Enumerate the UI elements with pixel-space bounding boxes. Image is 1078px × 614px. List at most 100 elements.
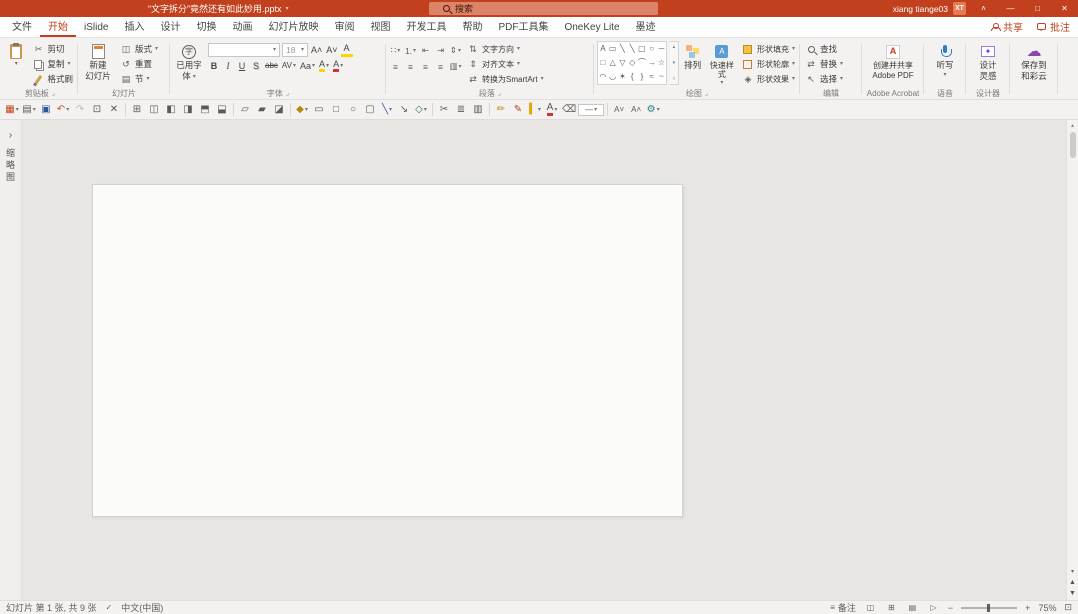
paste-options-button[interactable]: ▤▾ <box>21 102 37 118</box>
zoom-in-button[interactable]: + <box>1025 603 1030 613</box>
italic-button[interactable]: I <box>222 59 234 72</box>
shape-brace-right[interactable]: } <box>641 73 644 81</box>
replace-button[interactable]: ⇄ 替换 ▾ <box>803 57 845 71</box>
zoom-slider[interactable] <box>961 607 1017 609</box>
tab-transitions[interactable]: 切换 <box>188 15 224 37</box>
theme-colors-button[interactable]: ▦▾ <box>4 102 20 118</box>
shape-rectangle[interactable]: ▭ <box>609 45 617 53</box>
shape-effects-button[interactable]: ◈ 形状效果 ▾ <box>740 72 797 86</box>
change-case-button[interactable]: Aa▾ <box>299 59 316 72</box>
text-box-button[interactable]: ▭ <box>311 102 327 118</box>
cut-button[interactable]: ✂ 剪切 <box>30 42 75 56</box>
paragraph-dialog-launcher-icon[interactable]: ⌟ <box>498 89 501 97</box>
maximize-button[interactable]: □ <box>1024 0 1051 17</box>
font-color-qat-button[interactable]: A▾ <box>544 102 560 118</box>
character-spacing-button[interactable]: AV▾ <box>281 59 297 72</box>
shape-triangle[interactable]: △ <box>610 59 616 67</box>
account-name[interactable]: xiang tiange03 <box>893 4 948 14</box>
undo-button[interactable]: ↶▾ <box>55 102 71 118</box>
shapes-more-icon[interactable]: ▿ <box>673 76 676 82</box>
create-pdf-button[interactable]: A 创建并共享 Adobe PDF <box>865 40 921 86</box>
shape-arc-down[interactable]: ◡ <box>609 73 616 81</box>
align-right-objects-button[interactable]: ◨ <box>180 102 196 118</box>
delete-button[interactable]: ✕ <box>106 102 122 118</box>
close-button[interactable]: ✕ <box>1051 0 1078 17</box>
text-direction-button[interactable]: ⇅ 文字方向 ▾ <box>465 42 546 56</box>
increase-indent-button[interactable]: ⇥ <box>434 44 447 57</box>
convert-to-smartart-button[interactable]: ⇄ 转换为SmartArt ▾ <box>465 72 546 86</box>
highlighter-button[interactable]: ▍▾ <box>527 102 543 118</box>
tab-view[interactable]: 视图 <box>362 15 398 37</box>
shape-rounded-rectangle[interactable]: ▢ <box>638 45 646 53</box>
slideshow-button[interactable]: ▷ <box>927 603 940 612</box>
tab-animations[interactable]: 动画 <box>224 15 260 37</box>
line-width-combobox[interactable]: —▾ <box>578 104 604 116</box>
zoom-level[interactable]: 75% <box>1038 603 1056 613</box>
layout-button[interactable]: ◫ 版式 ▾ <box>118 42 160 56</box>
reset-button[interactable]: ↺ 重置 <box>118 57 160 71</box>
shape-triangle-down[interactable]: ▽ <box>619 59 625 67</box>
shape-arc-up[interactable]: ◠ <box>599 73 606 81</box>
shapes-scroll-up-icon[interactable]: ▴ <box>673 44 676 50</box>
arrow-button[interactable]: ↘ <box>396 102 412 118</box>
scroll-up-icon[interactable]: ▴ <box>1071 120 1074 131</box>
align-right-button[interactable]: ≡ <box>419 60 432 73</box>
shapes-gallery-scrollbar[interactable]: ▴ ▾ ▿ <box>670 41 678 85</box>
shrink-font-button[interactable]: A˅ <box>325 44 338 57</box>
tab-pdf-tools[interactable]: PDF工具集 <box>490 15 556 37</box>
text-shadow-button[interactable]: S <box>250 59 262 72</box>
tab-slideshow[interactable]: 幻灯片放映 <box>260 15 326 37</box>
underline-button[interactable]: U <box>236 59 248 72</box>
font-dialog-launcher-icon[interactable]: ⌟ <box>286 89 289 97</box>
rounded-rectangle-button[interactable]: ▢ <box>362 102 378 118</box>
copy-button[interactable]: 复制 ▾ <box>30 57 75 71</box>
select-button[interactable]: ↖ 选择 ▾ <box>803 72 845 86</box>
scroll-down-icon[interactable]: ▾ <box>1071 568 1074 575</box>
shape-line[interactable]: ╲ <box>620 45 625 53</box>
shapes-scroll-down-icon[interactable]: ▾ <box>673 60 676 66</box>
language-indicator[interactable]: 中文(中国) <box>121 601 163 614</box>
font-size-combobox[interactable]: 18 ▾ <box>282 43 308 57</box>
normal-view-button[interactable]: ◫ <box>864 603 877 612</box>
slide-layout-qat-button[interactable]: ◫ <box>146 102 162 118</box>
align-bottom-objects-button[interactable]: ⬓ <box>214 102 230 118</box>
eraser-button[interactable]: ⌫ <box>561 102 577 118</box>
pencil-button[interactable]: ✏ <box>493 102 509 118</box>
oval-button[interactable]: ○ <box>345 102 361 118</box>
expand-thumbnails-icon[interactable]: › <box>9 130 12 141</box>
design-ideas-button[interactable]: ✦ 设计 灵感 <box>970 40 1006 86</box>
font-color-button[interactable]: A▾ <box>332 59 344 72</box>
line-button[interactable]: ╲▾ <box>379 102 395 118</box>
shape-arc[interactable]: ⌒ <box>638 59 646 67</box>
shape-straight-line[interactable]: ─ <box>659 45 665 53</box>
shape-scribble[interactable]: ~ <box>659 73 664 81</box>
align-top-objects-button[interactable]: ⬒ <box>197 102 213 118</box>
avatar[interactable]: XT <box>953 2 966 15</box>
decrease-indent-button[interactable]: ⇤ <box>419 44 432 57</box>
shape-text-box[interactable]: A <box>600 45 605 53</box>
line-spacing-button[interactable]: ⇕▾ <box>449 44 462 57</box>
reading-view-button[interactable]: ▤ <box>906 603 919 612</box>
tab-extra[interactable]: 墨迹 <box>628 15 664 37</box>
next-slide-button[interactable]: ▼ <box>1069 590 1076 597</box>
tab-islide[interactable]: iSlide <box>76 19 116 37</box>
notes-toggle-button[interactable]: ≡ 备注 <box>830 601 856 614</box>
fill-color-button[interactable]: ◆▾ <box>294 102 310 118</box>
used-fonts-button[interactable]: 字 已用字 体▾ <box>173 40 205 86</box>
tab-developer[interactable]: 开发工具 <box>398 15 454 37</box>
scrollbar-thumb[interactable] <box>1070 132 1076 158</box>
find-button[interactable]: 查找 <box>803 42 845 56</box>
bullets-button[interactable]: ∷▾ <box>389 44 402 57</box>
new-slide-qat-button[interactable]: ⊞ <box>129 102 145 118</box>
align-left-button[interactable]: ≡ <box>389 60 402 73</box>
title-dropdown-icon[interactable]: ▾ <box>286 6 289 12</box>
previous-slide-button[interactable]: ▲ <box>1069 579 1076 586</box>
shape-brace-left[interactable]: { <box>631 73 634 81</box>
spell-check-icon[interactable]: ✓ <box>106 603 113 612</box>
crop-button[interactable]: ✂ <box>436 102 452 118</box>
ribbon-display-options-button[interactable]: ˄ <box>970 0 997 17</box>
slide-sorter-view-button[interactable]: ⊞ <box>885 603 898 612</box>
shape-line-arrow[interactable]: ╲ <box>630 45 635 53</box>
shrink-font-qat-button[interactable]: A˅ <box>611 102 627 118</box>
tab-onekey-lite[interactable]: OneKey Lite <box>556 19 627 37</box>
